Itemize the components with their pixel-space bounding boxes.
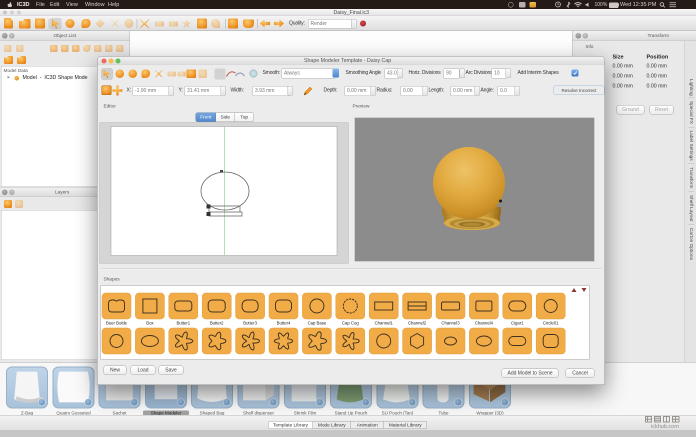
svg-text:Butter3: Butter3 bbox=[243, 321, 257, 326]
svg-text:Channel1: Channel1 bbox=[375, 321, 394, 326]
svg-text:Butter1: Butter1 bbox=[176, 321, 190, 326]
svg-text:Cap Base: Cap Base bbox=[308, 321, 327, 326]
svg-text:Channel3: Channel3 bbox=[441, 321, 460, 326]
svg-text:Box: Box bbox=[146, 321, 154, 326]
svg-text:Cigar1: Cigar1 bbox=[511, 321, 524, 326]
svg-text:Beer Bottle: Beer Bottle bbox=[106, 321, 128, 326]
svg-text:ickhub.com: ickhub.com bbox=[651, 424, 679, 429]
svg-text:Butter2: Butter2 bbox=[210, 321, 224, 326]
svg-text:Butter4: Butter4 bbox=[277, 321, 291, 326]
svg-text:Cap Cog: Cap Cog bbox=[342, 321, 359, 326]
svg-text:Channel4: Channel4 bbox=[475, 321, 494, 326]
svg-text:Circle01: Circle01 bbox=[543, 321, 559, 326]
svg-text:Channel2: Channel2 bbox=[408, 321, 427, 326]
